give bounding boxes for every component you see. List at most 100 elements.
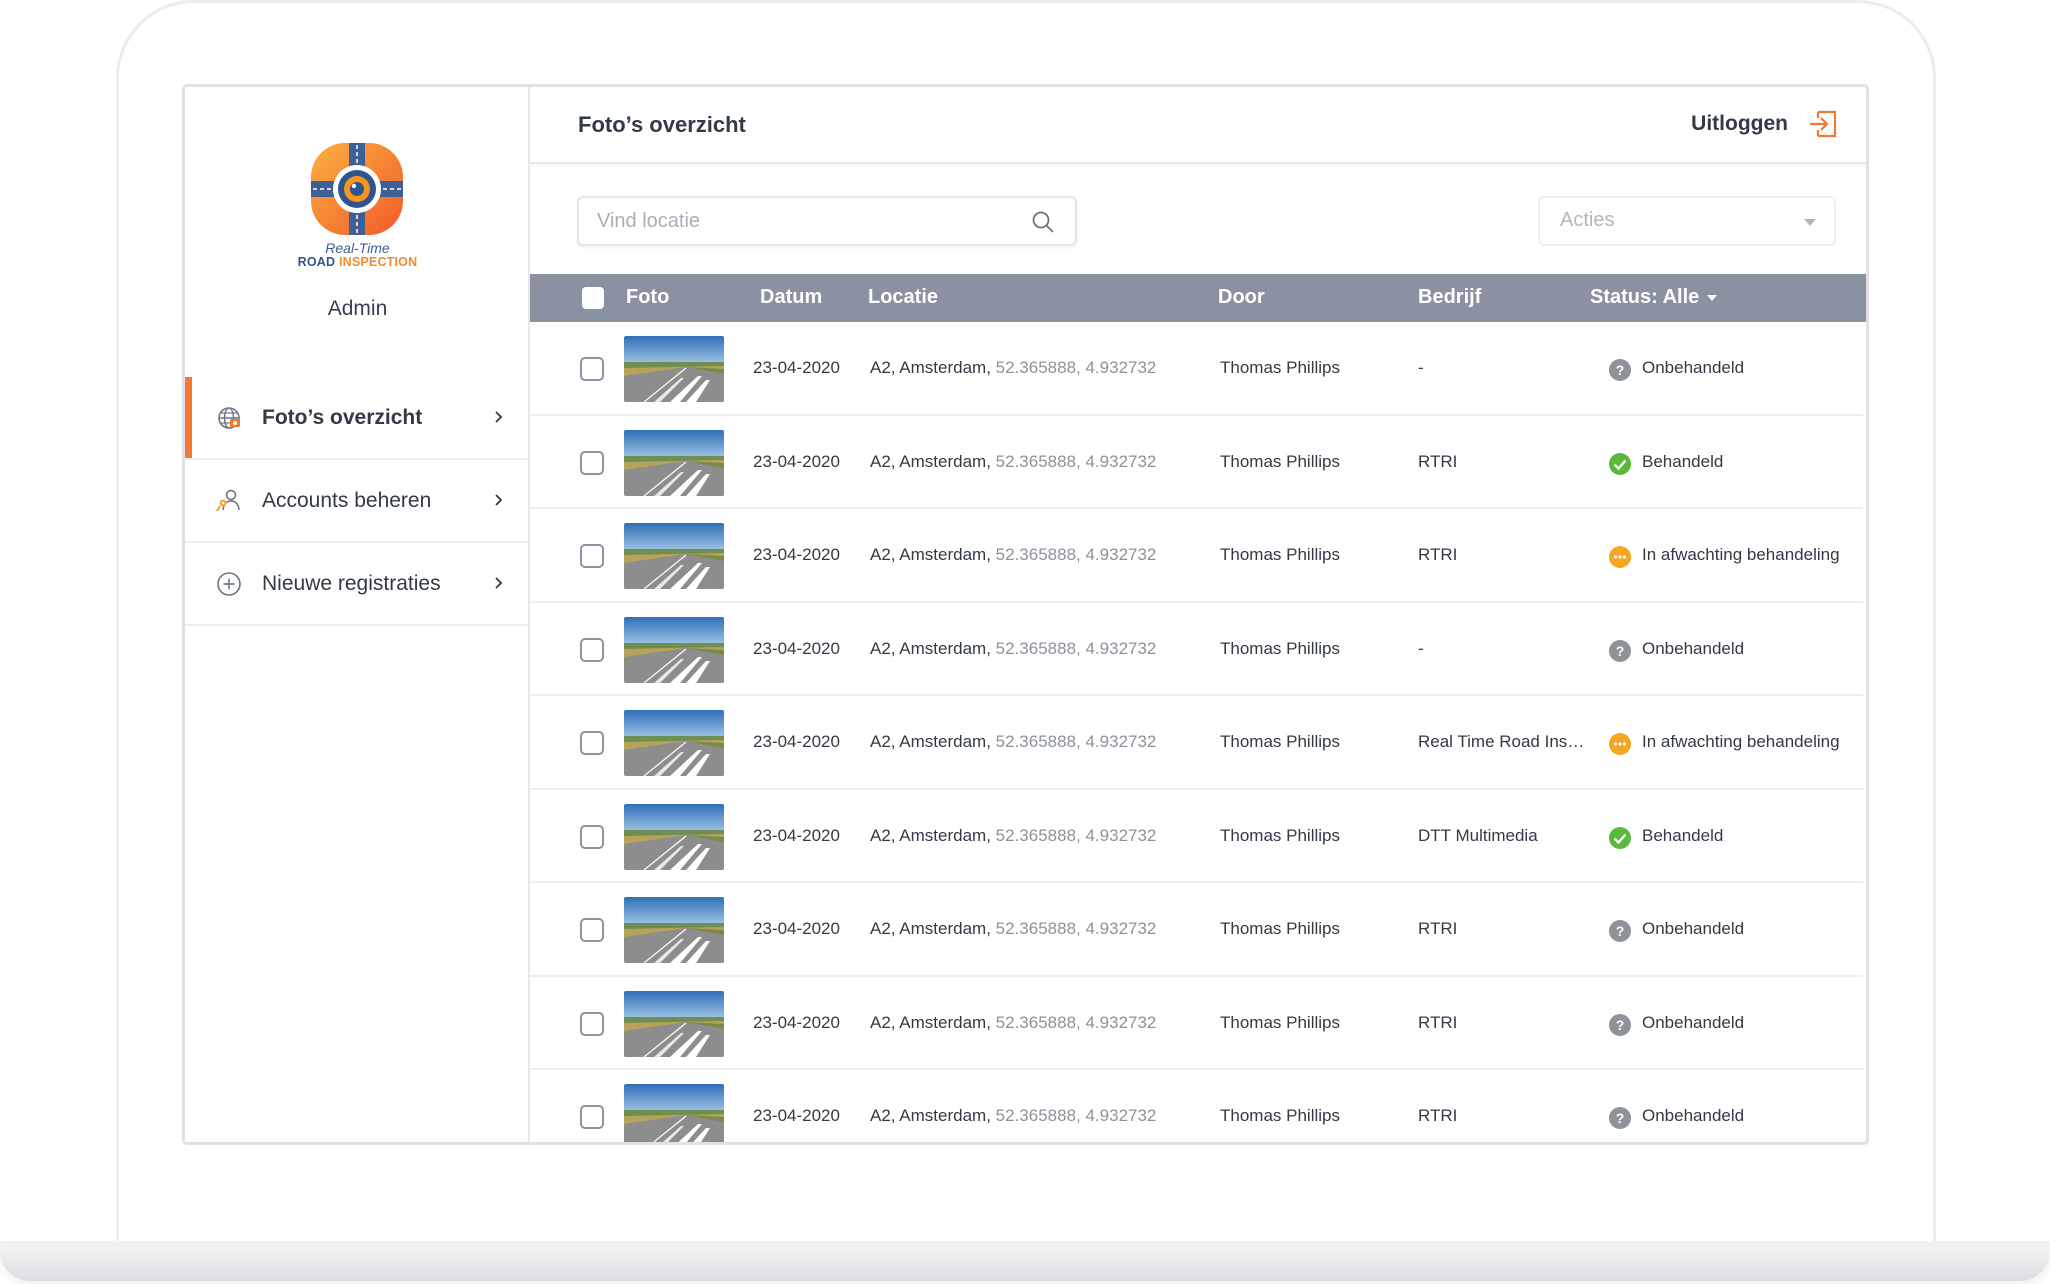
row-photo-thumbnail[interactable] xyxy=(624,710,724,776)
road-photo-image xyxy=(624,803,724,870)
row-checkbox[interactable] xyxy=(580,731,604,755)
svg-text:?: ? xyxy=(1616,923,1625,939)
chevron-right-icon xyxy=(495,494,503,506)
row-location: A2, Amsterdam, 52.365888, 4.932732 xyxy=(870,826,1156,846)
row-location-name: A2, Amsterdam, xyxy=(870,451,991,471)
column-header-locatie[interactable]: Locatie xyxy=(868,286,938,309)
table-row[interactable]: 23-04-2020 A2, Amsterdam, 52.365888, 4.93… xyxy=(530,509,1863,603)
row-location: A2, Amsterdam, 52.365888, 4.932732 xyxy=(870,732,1156,752)
search-icon[interactable] xyxy=(1031,210,1055,234)
row-author: Thomas Phillips xyxy=(1220,732,1340,751)
row-checkbox[interactable] xyxy=(580,637,604,662)
table-row[interactable]: 23-04-2020 A2, Amsterdam, 52.365888, 4.93… xyxy=(530,790,1863,883)
row-location-name: A2, Amsterdam, xyxy=(870,358,991,377)
row-status: In afwachting behandeling xyxy=(1642,732,1840,751)
sidebar-nav: Foto’s overzicht Accounts beheren Nieuwe… xyxy=(185,377,528,626)
row-location: A2, Amsterdam, 52.365888, 4.932732 xyxy=(870,639,1156,659)
row-coordinates: 52.365888, 4.932732 xyxy=(995,825,1157,845)
scrollbar-track[interactable] xyxy=(1863,322,1866,1142)
row-author: Thomas Phillips xyxy=(1220,451,1340,471)
sidebar-item-label: Accounts beheren xyxy=(262,488,432,512)
main-content: Foto’s overzicht Uitloggen Acties xyxy=(530,87,1866,1142)
row-photo-thumbnail[interactable] xyxy=(624,336,724,402)
row-location: A2, Amsterdam, 52.365888, 4.932732 xyxy=(870,545,1156,565)
row-photo-thumbnail[interactable] xyxy=(624,523,724,589)
row-photo-thumbnail[interactable] xyxy=(624,803,724,870)
road-photo-image xyxy=(624,710,724,776)
row-location: A2, Amsterdam, 52.365888, 4.932732 xyxy=(870,1013,1156,1033)
column-header-bedrijf[interactable]: Bedrijf xyxy=(1418,286,1481,309)
status-filter-dropdown[interactable]: Status: Alle xyxy=(1590,286,1718,309)
table-row[interactable]: 23-04-2020 A2, Amsterdam, 52.365888, 4.93… xyxy=(530,1070,1863,1142)
row-photo-thumbnail[interactable] xyxy=(624,429,724,496)
svg-text:?: ? xyxy=(1616,362,1625,378)
row-date: 23-04-2020 xyxy=(753,825,840,845)
status-unknown-icon: ? xyxy=(1609,1013,1631,1036)
row-photo-thumbnail[interactable] xyxy=(624,616,724,683)
column-header-datum[interactable]: Datum xyxy=(760,286,822,309)
column-header-foto: Foto xyxy=(626,286,670,308)
top-bar: Foto’s overzicht Uitloggen xyxy=(530,87,1866,164)
row-photo-thumbnail[interactable] xyxy=(624,897,724,963)
row-checkbox[interactable] xyxy=(580,918,604,942)
logout-button[interactable]: Uitloggen xyxy=(1691,109,1838,139)
sidebar-item-nieuwe-registraties[interactable]: Nieuwe registraties xyxy=(185,543,528,626)
chevron-right-icon xyxy=(495,411,503,423)
row-company: Real Time Road Ins… xyxy=(1418,732,1585,751)
search-box[interactable] xyxy=(577,196,1077,246)
user-role-label: Admin xyxy=(327,297,388,320)
row-coordinates: 52.365888, 4.932732 xyxy=(995,545,1157,564)
logout-label: Uitloggen xyxy=(1691,112,1788,135)
table-row[interactable]: 23-04-2020 A2, Amsterdam, 52.365888, 4.93… xyxy=(530,696,1863,790)
row-coordinates: 52.365888, 4.932732 xyxy=(995,1012,1157,1032)
svg-text:?: ? xyxy=(1616,643,1625,659)
row-checkbox[interactable] xyxy=(580,544,604,568)
globe-camera-icon xyxy=(218,407,240,429)
table-row[interactable]: 23-04-2020 A2, Amsterdam, 52.365888, 4.93… xyxy=(530,322,1863,416)
status-unknown-icon: ? xyxy=(1609,1107,1631,1129)
app-window: Real-Time ROAD INSPECTION Admin Foto’s o… xyxy=(182,84,1869,1145)
row-checkbox[interactable] xyxy=(580,450,604,475)
table-row[interactable]: 23-04-2020 A2, Amsterdam, 52.365888, 4.93… xyxy=(530,603,1863,696)
row-coordinates: 52.365888, 4.932732 xyxy=(995,1106,1157,1125)
row-location-name: A2, Amsterdam, xyxy=(870,825,991,845)
road-inspection-logo xyxy=(311,143,403,235)
status-done-icon xyxy=(1609,452,1631,475)
actions-dropdown[interactable]: Acties xyxy=(1538,196,1836,246)
page-title: Foto’s overzicht xyxy=(578,112,746,137)
table-row[interactable]: 23-04-2020 A2, Amsterdam, 52.365888, 4.93… xyxy=(530,416,1863,509)
row-photo-thumbnail[interactable] xyxy=(624,990,724,1057)
row-checkbox[interactable] xyxy=(580,357,604,381)
row-coordinates: 52.365888, 4.932732 xyxy=(995,358,1157,377)
plus-circle-icon xyxy=(217,572,241,596)
row-checkbox[interactable] xyxy=(580,1105,604,1129)
column-header-door[interactable]: Door xyxy=(1218,286,1265,309)
row-company: RTRI xyxy=(1418,1106,1458,1125)
select-all-checkbox[interactable] xyxy=(582,287,604,309)
table-row[interactable]: 23-04-2020 A2, Amsterdam, 52.365888, 4.93… xyxy=(530,977,1863,1070)
table-header: Foto Datum Locatie Door Bedrijf Status: … xyxy=(530,274,1866,322)
table-row[interactable]: 23-04-2020 A2, Amsterdam, 52.365888, 4.93… xyxy=(530,883,1863,977)
row-checkbox[interactable] xyxy=(580,1011,604,1036)
caret-down-icon xyxy=(1707,294,1718,301)
row-location: A2, Amsterdam, 52.365888, 4.932732 xyxy=(870,358,1156,378)
row-date: 23-04-2020 xyxy=(753,358,840,377)
row-coordinates: 52.365888, 4.932732 xyxy=(995,451,1157,471)
actions-dropdown-label: Acties xyxy=(1560,209,1615,231)
logout-icon xyxy=(1810,110,1837,138)
sidebar-item-fotos-overzicht[interactable]: Foto’s overzicht xyxy=(185,377,528,460)
row-author: Thomas Phillips xyxy=(1220,919,1340,938)
search-input[interactable] xyxy=(597,208,1017,234)
row-date: 23-04-2020 xyxy=(753,919,840,938)
row-company: - xyxy=(1418,638,1424,658)
row-date: 23-04-2020 xyxy=(753,732,840,751)
row-company: RTRI xyxy=(1418,545,1458,564)
row-company: RTRI xyxy=(1418,451,1458,471)
row-date: 23-04-2020 xyxy=(753,545,840,564)
row-checkbox[interactable] xyxy=(580,824,604,849)
row-author: Thomas Phillips xyxy=(1220,1012,1340,1032)
row-photo-thumbnail[interactable] xyxy=(624,1084,724,1142)
row-author: Thomas Phillips xyxy=(1220,638,1340,658)
sidebar-item-accounts-beheren[interactable]: Accounts beheren xyxy=(185,460,528,543)
row-location: A2, Amsterdam, 52.365888, 4.932732 xyxy=(870,919,1156,939)
